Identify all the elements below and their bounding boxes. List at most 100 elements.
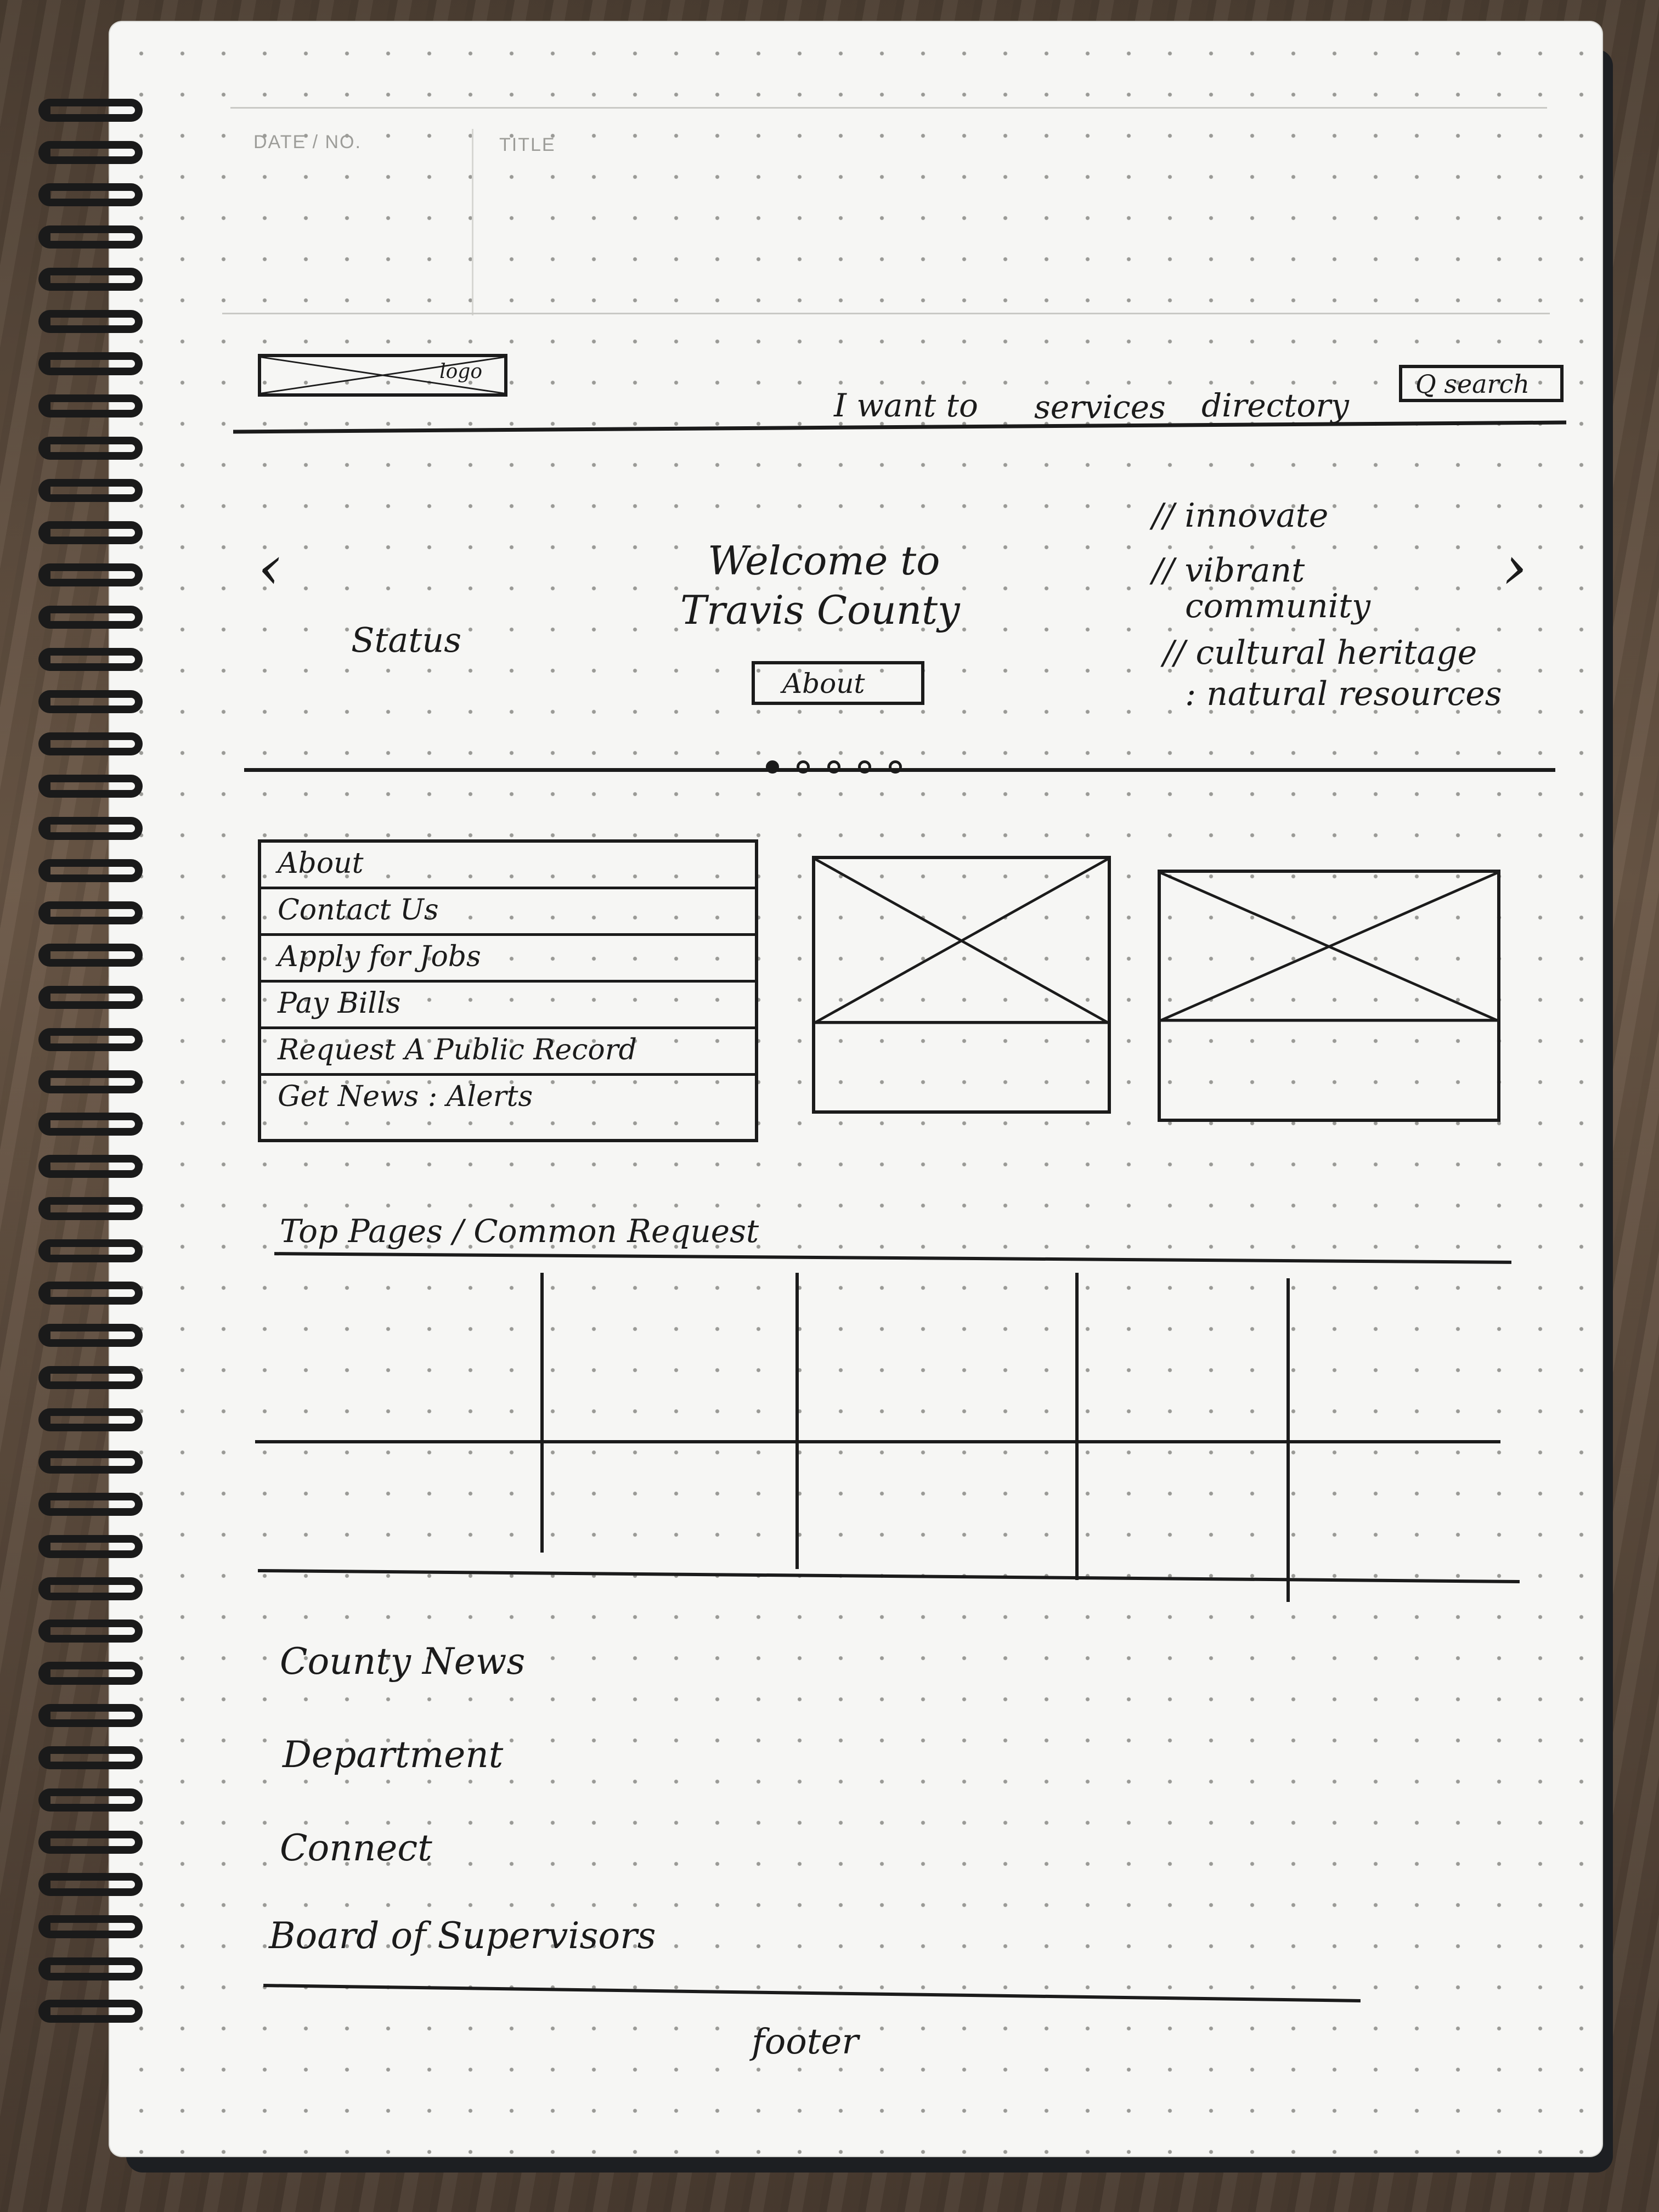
top-pages-mid-rule bbox=[255, 1440, 1500, 1443]
binding-ring bbox=[38, 944, 143, 967]
binding-ring bbox=[38, 1493, 143, 1516]
binding-ring bbox=[38, 1028, 143, 1051]
binding-ring bbox=[38, 183, 143, 206]
binding-ring bbox=[38, 690, 143, 713]
binding-ring bbox=[38, 268, 143, 291]
top-page-tile-2[interactable] bbox=[546, 1262, 793, 1437]
top-page-tile-1[interactable] bbox=[263, 1262, 538, 1437]
about-button[interactable]: About bbox=[752, 661, 924, 705]
binding-ring bbox=[38, 1915, 143, 1938]
quick-link-label: Pay Bills bbox=[278, 987, 401, 1020]
binding-ring bbox=[38, 1831, 143, 1854]
carousel-next-arrow[interactable]: › bbox=[1503, 532, 1527, 602]
quick-link-label: Apply for Jobs bbox=[278, 940, 481, 973]
search-label: Q search bbox=[1415, 369, 1530, 399]
quick-link-about[interactable]: About bbox=[261, 843, 755, 889]
binding-ring bbox=[38, 99, 143, 122]
binding-ring bbox=[38, 2000, 143, 2023]
header-top-rule bbox=[230, 107, 1547, 109]
feature-card-1[interactable] bbox=[812, 856, 1111, 1114]
status-text: Status bbox=[351, 620, 462, 660]
quick-link-label: Get News : Alerts bbox=[278, 1080, 533, 1113]
binding-ring bbox=[38, 859, 143, 882]
logo-placeholder[interactable]: logo bbox=[258, 354, 507, 397]
logo-text: logo bbox=[439, 360, 482, 383]
section-board-of-supervisors[interactable]: Board of Supervisors bbox=[269, 1915, 656, 1957]
binding-ring bbox=[38, 1451, 143, 1474]
binding-ring bbox=[38, 310, 143, 333]
top-page-tile-4[interactable] bbox=[1081, 1262, 1284, 1437]
nav-i-want-to[interactable]: I want to bbox=[834, 387, 978, 424]
quick-link-get-news-alerts[interactable]: Get News : Alerts bbox=[261, 1076, 755, 1120]
carousel-dot-4[interactable] bbox=[858, 760, 871, 774]
tagline-vibrant: // vibrant bbox=[1152, 551, 1305, 590]
tagline-natural-resources: : natural resources bbox=[1185, 675, 1502, 713]
quick-link-label: Request A Public Record bbox=[278, 1034, 637, 1066]
binding-ring bbox=[38, 817, 143, 840]
top-pages-col-divider-1 bbox=[540, 1273, 544, 1553]
quick-link-request-public-record[interactable]: Request A Public Record bbox=[261, 1029, 755, 1076]
feature-card-2[interactable] bbox=[1158, 870, 1500, 1122]
nav-directory[interactable]: directory bbox=[1201, 387, 1349, 424]
search-button[interactable]: Q search bbox=[1399, 365, 1564, 402]
binding-ring bbox=[38, 1620, 143, 1643]
binding-ring bbox=[38, 775, 143, 798]
quick-links-list: About Contact Us Apply for Jobs Pay Bill… bbox=[258, 839, 758, 1142]
welcome-line-2: Travis County bbox=[680, 587, 960, 633]
binding-ring bbox=[38, 1324, 143, 1347]
binding-ring bbox=[38, 1239, 143, 1262]
nav-services[interactable]: services bbox=[1034, 388, 1166, 426]
quick-link-label: Contact Us bbox=[278, 894, 439, 927]
binding-ring bbox=[38, 1366, 143, 1389]
binding-ring bbox=[38, 1577, 143, 1600]
section-county-news[interactable]: County News bbox=[280, 1640, 525, 1683]
notebook-page: DATE / NO. TITLE logo I want to services… bbox=[110, 22, 1602, 2156]
carousel-prev-arrow[interactable]: ‹ bbox=[258, 532, 282, 602]
binding-ring bbox=[38, 521, 143, 544]
quick-link-contact-us[interactable]: Contact Us bbox=[261, 889, 755, 936]
about-button-label: About bbox=[782, 668, 865, 699]
quick-link-label: About bbox=[278, 847, 364, 880]
section-department[interactable]: Department bbox=[283, 1734, 503, 1776]
binding-ring bbox=[38, 986, 143, 1009]
binding-ring bbox=[38, 606, 143, 629]
header-divider bbox=[472, 129, 473, 315]
title-label: TITLE bbox=[499, 134, 556, 155]
binding-ring bbox=[38, 732, 143, 755]
quick-link-apply-for-jobs[interactable]: Apply for Jobs bbox=[261, 936, 755, 983]
footer-rule bbox=[263, 1984, 1361, 2002]
binding-ring bbox=[38, 394, 143, 417]
binding-ring bbox=[38, 1746, 143, 1769]
spiral-binding bbox=[38, 99, 148, 2074]
carousel-dot-2[interactable] bbox=[797, 760, 810, 774]
top-pages-heading: Top Pages / Common Request bbox=[280, 1212, 759, 1250]
binding-ring bbox=[38, 1535, 143, 1558]
quick-link-pay-bills[interactable]: Pay Bills bbox=[261, 983, 755, 1029]
binding-ring bbox=[38, 1282, 143, 1305]
binding-ring bbox=[38, 352, 143, 375]
binding-ring bbox=[38, 1197, 143, 1220]
welcome-line-1: Welcome to bbox=[708, 538, 940, 584]
carousel-dot-3[interactable] bbox=[827, 760, 840, 774]
top-page-tile-5[interactable] bbox=[1292, 1262, 1500, 1437]
top-pages-bottom-rule bbox=[258, 1568, 1520, 1584]
carousel-dot-5[interactable] bbox=[889, 760, 902, 774]
binding-ring bbox=[38, 1155, 143, 1178]
binding-ring bbox=[38, 141, 143, 164]
tagline-community: community bbox=[1185, 587, 1370, 625]
binding-ring bbox=[38, 901, 143, 924]
binding-ring bbox=[38, 1070, 143, 1093]
footer-label: footer bbox=[752, 2022, 859, 2062]
tagline-innovate: // innovate bbox=[1152, 496, 1329, 535]
section-connect[interactable]: Connect bbox=[280, 1827, 432, 1869]
top-pages-col-divider-4 bbox=[1286, 1278, 1290, 1602]
binding-ring bbox=[38, 1662, 143, 1685]
carousel-dot-1[interactable] bbox=[766, 760, 779, 774]
carousel-dots[interactable] bbox=[757, 760, 911, 776]
binding-ring bbox=[38, 1957, 143, 1980]
binding-ring bbox=[38, 1113, 143, 1136]
top-page-tile-3[interactable] bbox=[801, 1262, 1073, 1437]
binding-ring bbox=[38, 225, 143, 249]
binding-ring bbox=[38, 1873, 143, 1896]
top-pages-col-divider-2 bbox=[795, 1273, 799, 1569]
